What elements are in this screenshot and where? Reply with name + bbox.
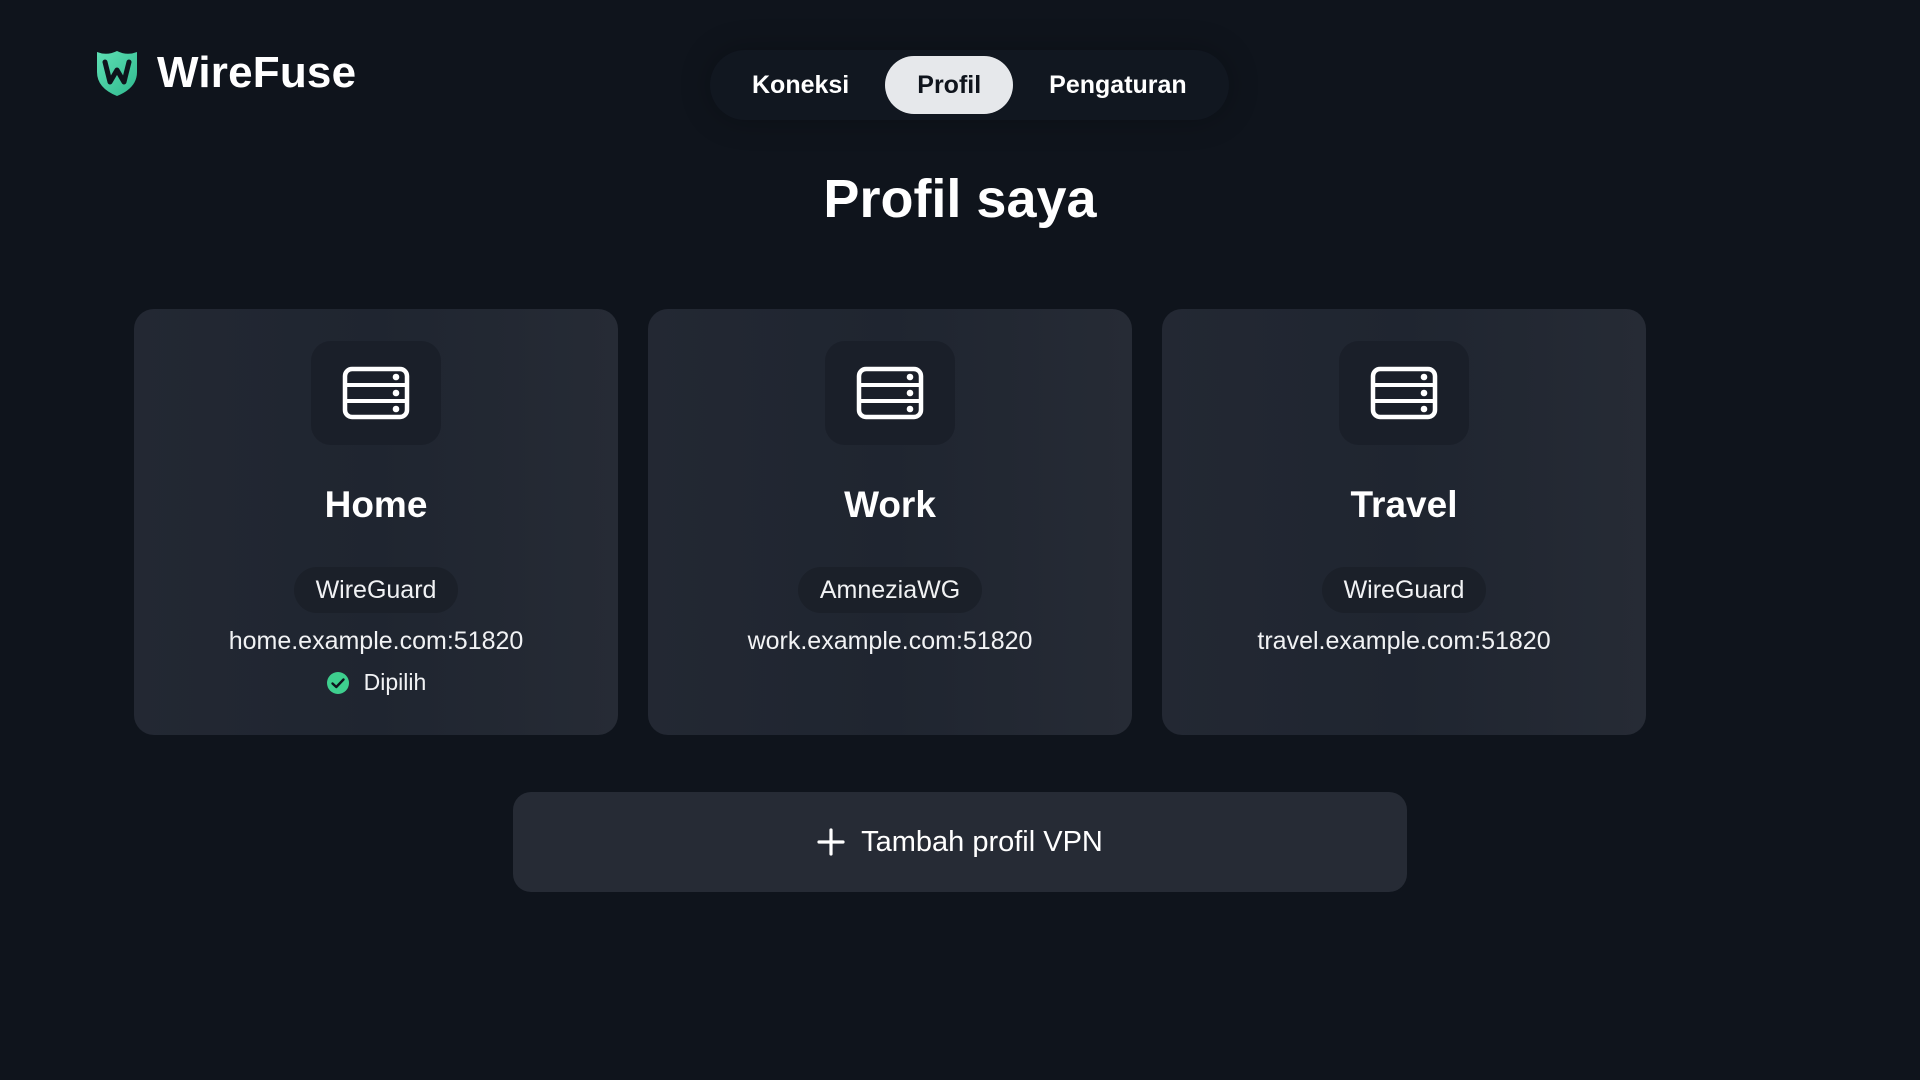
profile-card-travel[interactable]: Travel WireGuard travel.example.com:5182… bbox=[1162, 309, 1646, 735]
shield-logo-icon bbox=[97, 51, 137, 96]
profile-card-home[interactable]: Home WireGuard home.example.com:51820 Di… bbox=[134, 309, 618, 735]
protocol-badge-wrap: WireGuard bbox=[134, 567, 618, 613]
app-window: WireFuse Koneksi Profil Pengaturan Profi… bbox=[0, 0, 1920, 1080]
profile-endpoint: home.example.com:51820 bbox=[228, 627, 524, 655]
check-circle-icon bbox=[326, 671, 349, 694]
tab-pengaturan[interactable]: Pengaturan bbox=[1017, 56, 1219, 114]
profile-icon-box bbox=[1339, 341, 1469, 445]
profile-card-work[interactable]: Work AmneziaWG work.example.com:51820 bbox=[648, 309, 1132, 735]
server-icon bbox=[856, 366, 924, 420]
profile-endpoint: travel.example.com:51820 bbox=[1257, 627, 1551, 655]
profile-list: Home WireGuard home.example.com:51820 Di… bbox=[134, 309, 1646, 735]
protocol-badge: WireGuard bbox=[1321, 567, 1487, 613]
profile-name: Travel bbox=[1350, 484, 1458, 525]
profile-icon-box bbox=[311, 341, 441, 445]
add-profile-button[interactable]: Tambah profil VPN bbox=[513, 792, 1407, 892]
server-icon bbox=[342, 366, 410, 420]
selected-status: Dipilih bbox=[134, 669, 618, 696]
protocol-badge-wrap: AmneziaWG bbox=[648, 567, 1132, 613]
profile-icon-box bbox=[825, 341, 955, 445]
status-label: Dipilih bbox=[363, 669, 427, 695]
protocol-badge: AmneziaWG bbox=[797, 567, 983, 613]
server-icon bbox=[1370, 366, 1438, 420]
protocol-badge-wrap: WireGuard bbox=[1162, 567, 1646, 613]
profile-endpoint: work.example.com:51820 bbox=[747, 627, 1033, 655]
main-tabs: Koneksi Profil Pengaturan bbox=[710, 50, 1229, 120]
plus-icon bbox=[817, 828, 845, 856]
app-logo: WireFuse bbox=[93, 48, 356, 98]
tab-profil[interactable]: Profil bbox=[885, 56, 1014, 114]
add-profile-label: Tambah profil VPN bbox=[861, 825, 1103, 858]
protocol-badge: WireGuard bbox=[293, 567, 459, 613]
profile-name: Home bbox=[324, 484, 428, 525]
profile-name: Work bbox=[844, 484, 936, 525]
page-title: Profil saya bbox=[823, 169, 1097, 229]
app-name: WireFuse bbox=[157, 48, 357, 97]
tab-koneksi[interactable]: Koneksi bbox=[720, 56, 881, 114]
